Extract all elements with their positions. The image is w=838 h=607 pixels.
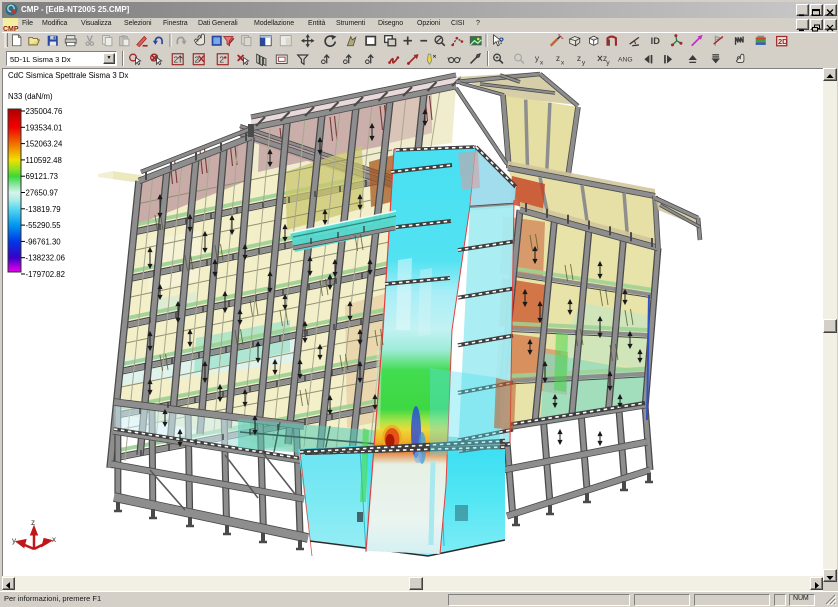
- svg-text:z: z: [577, 53, 581, 63]
- svg-text:2: 2: [174, 55, 179, 65]
- svg-text:-96761.30: -96761.30: [26, 237, 62, 246]
- svg-text:-13819.79: -13819.79: [26, 205, 61, 214]
- svg-text:CdC Sismica Spettrale Sisma 3: CdC Sismica Spettrale Sisma 3 Dx: [8, 71, 129, 80]
- svg-text:-138232.06: -138232.06: [26, 254, 65, 263]
- svg-text:y: y: [606, 59, 610, 66]
- svg-text:-55290.55: -55290.55: [26, 221, 62, 230]
- svg-text:x: x: [540, 59, 544, 66]
- svg-text:193534.01: 193534.01: [26, 123, 63, 132]
- svg-text:x: x: [561, 59, 565, 66]
- svg-text:152063.24: 152063.24: [26, 140, 64, 149]
- svg-text:y: y: [12, 536, 16, 545]
- svg-text:235004.76: 235004.76: [26, 107, 63, 116]
- svg-text:2D: 2D: [778, 37, 788, 46]
- svg-text:ANG: ANG: [618, 57, 633, 64]
- svg-text:ID: ID: [651, 36, 661, 46]
- svg-text:x: x: [52, 535, 56, 544]
- svg-text:27650.97: 27650.97: [26, 189, 59, 198]
- svg-text:69121.73: 69121.73: [26, 172, 59, 181]
- svg-text:z: z: [556, 53, 560, 63]
- svg-text:110592.48: 110592.48: [26, 156, 62, 165]
- svg-text:z: z: [31, 518, 35, 527]
- svg-text:-179702.82: -179702.82: [26, 270, 65, 279]
- svg-text:?: ?: [499, 36, 505, 46]
- svg-text:2: 2: [219, 55, 224, 65]
- svg-text:N33 (daN/m): N33 (daN/m): [8, 92, 53, 101]
- svg-text:y: y: [582, 59, 586, 66]
